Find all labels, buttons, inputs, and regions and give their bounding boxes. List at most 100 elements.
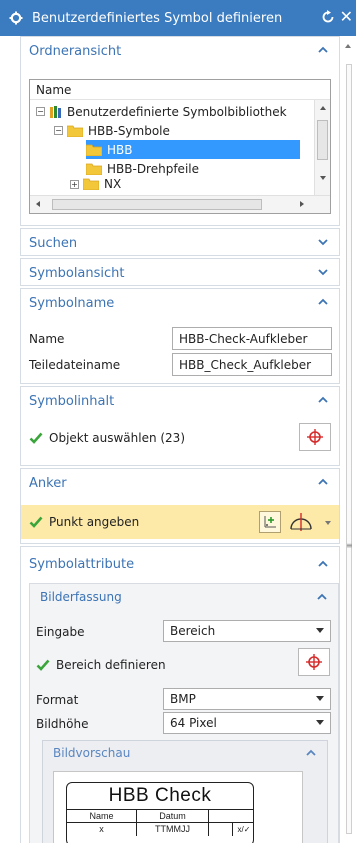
scrollbar-grip-icon[interactable]: ≡ [346,541,353,551]
tree-horizontal-scrollbar[interactable] [30,195,330,213]
tree-node-label: NX [104,177,122,191]
section-title: Symbolattribute [29,556,135,572]
bildhoehe-label: Bildhöhe [36,717,89,731]
subsection-header-bildvorschau[interactable]: Bildvorschau [43,741,327,765]
section-header-symbolinhalt[interactable]: Symbolinhalt [21,387,339,415]
tree-node-label: Benutzerdefinierte Symbolbibliothek [67,104,287,119]
select-object-button[interactable] [299,423,331,451]
tree-node-label: HBB-Symbole [88,123,170,138]
chevron-down-icon[interactable] [317,236,329,248]
collapse-icon[interactable]: − [54,126,63,135]
section-symbolattribute: Symbolattribute Bilderfassung Eingabe Be… [20,546,340,843]
checkmark-icon [36,659,50,671]
tree-vertical-scrollbar[interactable] [314,100,330,195]
scroll-left-arrow-icon[interactable] [36,201,40,207]
chevron-up-icon[interactable] [317,394,329,406]
close-icon[interactable]: ✕ [340,7,353,26]
specify-point-label: Punkt angeben [49,515,140,529]
chevron-up-icon[interactable] [317,296,329,308]
section-header-symbolansicht[interactable]: Symbolansicht [21,259,339,287]
preview-col-name: Name [67,810,137,823]
select-object-row[interactable]: Objekt auswählen (23) [29,427,185,449]
subsection-bildvorschau: Bildvorschau HBB Check Name Datum x TTMM… [42,740,328,843]
reset-icon[interactable] [320,9,336,25]
chevron-up-icon[interactable] [317,44,329,56]
panel-scrollbar[interactable]: ≡ [342,36,356,843]
scroll-up-arrow-icon[interactable] [320,106,326,110]
scroll-right-arrow-icon[interactable] [300,201,304,207]
section-suchen: Suchen [20,228,340,256]
preview-heading: HBB Check [108,785,212,806]
chevron-up-icon[interactable] [317,558,329,570]
preview-col-datum: Datum [137,810,209,823]
section-header-symbolattribute[interactable]: Symbolattribute [21,547,339,581]
folder-tree[interactable]: Name − Benutzerdefinierte Symbolbiblioth… [29,79,331,214]
crosshair-icon [306,654,322,670]
chevron-up-icon[interactable] [305,747,317,759]
section-symbolname: Symbolname Name HBB-Check-Aufkleber Teil… [20,288,340,384]
bildhoehe-value: 64 Pixel [170,716,217,730]
teiledateiname-label: Teiledateiname [29,358,121,372]
chevron-down-icon [316,628,324,633]
anchor-point-button[interactable] [285,507,317,537]
tree-column-header[interactable]: Name [30,80,330,100]
subsection-header-bilderfassung[interactable]: Bilderfassung [30,584,338,610]
section-header-ordneransicht[interactable]: Ordneransicht [21,37,339,65]
specify-point-row[interactable]: Punkt angeben [29,511,139,533]
scroll-up-arrow-icon[interactable] [345,44,351,48]
point-constructor-icon [264,516,276,528]
preview-table: Name Datum x TTMMJJ x/✓ [67,809,253,843]
section-symbolinhalt: Symbolinhalt Objekt auswählen (23) [20,386,340,466]
expand-icon[interactable]: + [70,179,79,189]
preview-cell-x: x [67,823,137,836]
name-field[interactable]: HBB-Check-Aufkleber [172,327,332,350]
chevron-down-icon [316,720,324,725]
section-header-symbolname[interactable]: Symbolname [21,289,339,317]
preview-col-empty [209,810,253,823]
subsection-title: Bilderfassung [40,590,122,604]
section-anker: Anker Punkt angeben [20,468,340,544]
eingabe-label: Eingabe [36,625,85,639]
define-area-label: Bereich definieren [56,658,166,672]
collapse-icon[interactable]: − [36,107,45,116]
scroll-thumb[interactable] [52,199,262,210]
format-dropdown[interactable]: BMP [163,688,331,710]
eingabe-dropdown[interactable]: Bereich [163,620,331,642]
tree-node-hbb-drehpfeile[interactable]: HBB-Drehpfeile [85,159,199,178]
tree-node-hbb-symbole[interactable]: − HBB-Symbole [54,121,170,140]
section-title: Anker [29,475,67,491]
chevron-up-icon[interactable] [317,476,329,488]
preview-label: HBB Check Name Datum x TTMMJJ x/✓ [66,782,254,843]
preview-cell-empty [209,823,233,836]
teiledateiname-field[interactable]: HBB_Check_Aufkleber [172,353,332,376]
chevron-down-icon[interactable] [325,521,331,525]
bildhoehe-dropdown[interactable]: 64 Pixel [163,712,331,734]
tree-node-library[interactable]: − Benutzerdefinierte Symbolbibliothek [36,102,287,121]
gear-icon[interactable] [8,10,24,26]
scroll-thumb[interactable] [317,120,328,160]
folder-icon [82,178,100,191]
section-title: Symbolinhalt [29,393,115,409]
chevron-up-icon[interactable] [316,591,328,603]
chevron-down-icon[interactable] [317,266,329,278]
section-title: Suchen [29,235,78,251]
format-value: BMP [170,692,196,706]
section-header-suchen[interactable]: Suchen [21,229,339,257]
point-dialog-button[interactable] [259,511,281,533]
section-symbolansicht: Symbolansicht [20,258,340,286]
tree-node-nx[interactable]: + NX [70,177,121,191]
scrollbar-track [346,64,352,834]
scroll-down-arrow-icon[interactable] [320,176,326,180]
eingabe-value: Bereich [170,624,216,638]
checkmark-icon [29,432,43,444]
tree-node-hbb-selected[interactable]: HBB [85,140,300,159]
chevron-down-icon [316,696,324,701]
subsection-title: Bildvorschau [53,746,131,760]
checkmark-icon [29,516,43,528]
title-bar: Benutzerdefiniertes Symbol definieren ✕ [0,0,356,36]
folder-icon [85,144,103,156]
define-area-row[interactable]: Bereich definieren [36,654,166,676]
define-area-button[interactable] [298,648,330,676]
select-object-label: Objekt auswählen (23) [49,431,186,445]
section-header-anker[interactable]: Anker [21,469,339,497]
